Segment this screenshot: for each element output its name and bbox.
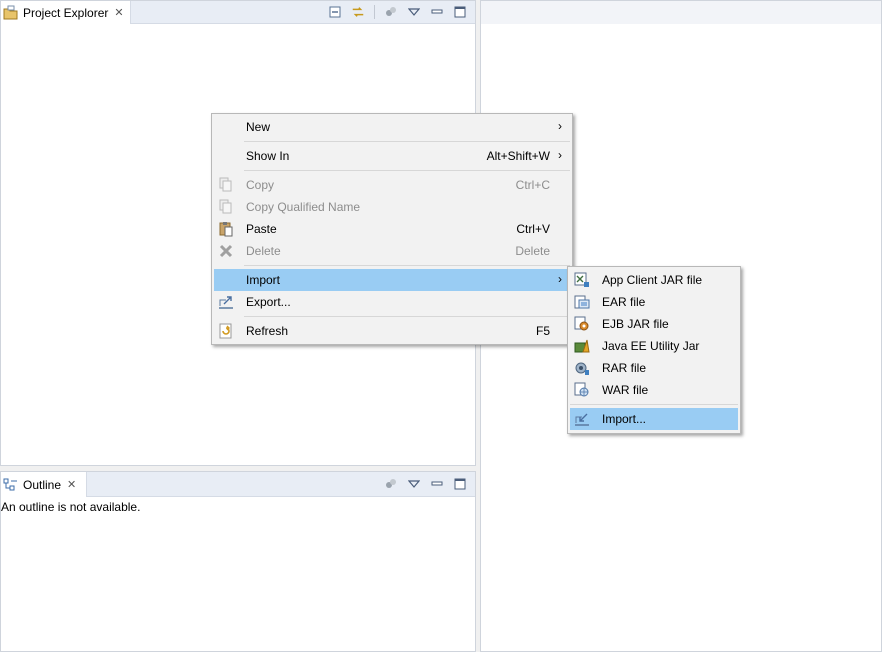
menu-item-label: Import (246, 273, 281, 287)
maximize-icon[interactable] (453, 5, 467, 19)
menu-item-label: Delete (246, 244, 281, 258)
outline-view: Outline ✕ An outline is not available. (0, 471, 476, 652)
menu-item-refresh[interactable]: Refresh F5 (214, 320, 570, 342)
minimize-icon[interactable] (430, 477, 444, 491)
war-file-icon (574, 382, 590, 398)
close-icon[interactable]: ✕ (114, 6, 123, 19)
submenu-item-label: App Client JAR file (602, 273, 703, 287)
rar-file-icon (574, 360, 590, 376)
ejb-jar-file-icon (574, 316, 590, 332)
view-menu-icon[interactable] (407, 5, 421, 19)
menu-item-label: Refresh (246, 324, 289, 338)
tab-outline[interactable]: Outline ✕ (1, 472, 87, 497)
menu-item-shortcut: Alt+Shift+W (486, 149, 550, 163)
view-menu-icon[interactable] (407, 477, 421, 491)
link-with-editor-icon[interactable] (351, 5, 365, 19)
menu-item-copy[interactable]: Copy Ctrl+C (214, 174, 570, 196)
submenu-item-rar-file[interactable]: RAR file (570, 357, 738, 379)
menu-item-new[interactable]: New › (214, 116, 570, 138)
submenu-item-war-file[interactable]: WAR file (570, 379, 738, 401)
submenu-item-app-client-jar[interactable]: App Client JAR file (570, 269, 738, 291)
submenu-item-label: RAR file (602, 361, 647, 375)
copy-qualified-name-icon (218, 199, 234, 215)
menu-item-label: Export... (246, 295, 291, 309)
context-menu: New › Show In Alt+Shift+W › Copy Ctrl+C … (211, 113, 573, 345)
menu-item-export[interactable]: Export... (214, 291, 570, 313)
outline-toolbar (384, 475, 467, 493)
menu-item-label: New (246, 120, 271, 134)
collapse-all-icon[interactable] (328, 5, 342, 19)
submenu-item-label: Java EE Utility Jar (602, 339, 700, 353)
outline-title: Outline (23, 477, 62, 492)
outline-message: An outline is not available. (1, 500, 141, 514)
submenu-item-ejb-jar-file[interactable]: EJB JAR file (570, 313, 738, 335)
close-icon[interactable]: ✕ (67, 478, 76, 491)
submenu-item-ear-file[interactable]: EAR file (570, 291, 738, 313)
menu-separator (244, 141, 570, 142)
import-submenu: App Client JAR file EAR file EJB JAR fil… (567, 266, 741, 434)
menu-item-import[interactable]: Import › (214, 269, 570, 291)
submenu-item-label: EAR file (602, 295, 646, 309)
project-explorer-tabbar: Project Explorer ✕ (1, 1, 475, 24)
filters-icon[interactable] (384, 5, 398, 19)
toolbar-separator (374, 5, 375, 19)
submenu-item-label: WAR file (602, 383, 649, 397)
menu-item-shortcut: Ctrl+V (516, 222, 550, 236)
project-explorer-toolbar (328, 3, 467, 21)
menu-item-copy-qualified-name[interactable]: Copy Qualified Name (214, 196, 570, 218)
copy-icon (218, 177, 234, 193)
menu-separator (244, 316, 570, 317)
project-explorer-icon (3, 5, 19, 21)
menu-separator (244, 265, 570, 266)
menu-item-paste[interactable]: Paste Ctrl+V (214, 218, 570, 240)
menu-item-delete[interactable]: Delete Delete (214, 240, 570, 262)
menu-item-shortcut: F5 (535, 324, 550, 338)
ear-file-icon (574, 294, 590, 310)
menu-item-label: Show In (246, 149, 290, 163)
editor-area-header (481, 1, 881, 24)
menu-item-label: Copy Qualified Name (246, 200, 361, 214)
menu-separator (570, 404, 738, 405)
submenu-item-label: Import... (602, 412, 647, 426)
submenu-item-import-wizard[interactable]: Import... (570, 408, 738, 430)
submenu-item-label: EJB JAR file (602, 317, 669, 331)
minimize-icon[interactable] (430, 5, 444, 19)
chevron-right-icon: › (558, 272, 562, 286)
outline-icon (3, 477, 19, 493)
export-icon (218, 294, 234, 310)
menu-separator (244, 170, 570, 171)
tab-project-explorer[interactable]: Project Explorer ✕ (1, 1, 131, 24)
paste-icon (218, 221, 234, 237)
menu-item-show-in[interactable]: Show In Alt+Shift+W › (214, 145, 570, 167)
java-ee-utility-jar-icon (574, 338, 590, 354)
refresh-icon (218, 323, 234, 339)
menu-item-shortcut: Ctrl+C (515, 178, 550, 192)
import-icon (574, 411, 590, 427)
menu-item-label: Paste (246, 222, 277, 236)
app-client-jar-icon (574, 272, 590, 288)
menu-item-label: Copy (246, 178, 275, 192)
filters-icon[interactable] (384, 477, 398, 491)
menu-item-shortcut: Delete (515, 244, 550, 258)
submenu-item-java-ee-utility-jar[interactable]: Java EE Utility Jar (570, 335, 738, 357)
project-explorer-title: Project Explorer (23, 5, 109, 20)
chevron-right-icon: › (558, 119, 562, 133)
maximize-icon[interactable] (453, 477, 467, 491)
outline-tabbar: Outline ✕ (1, 472, 475, 497)
delete-icon (218, 243, 234, 259)
chevron-right-icon: › (558, 148, 562, 162)
